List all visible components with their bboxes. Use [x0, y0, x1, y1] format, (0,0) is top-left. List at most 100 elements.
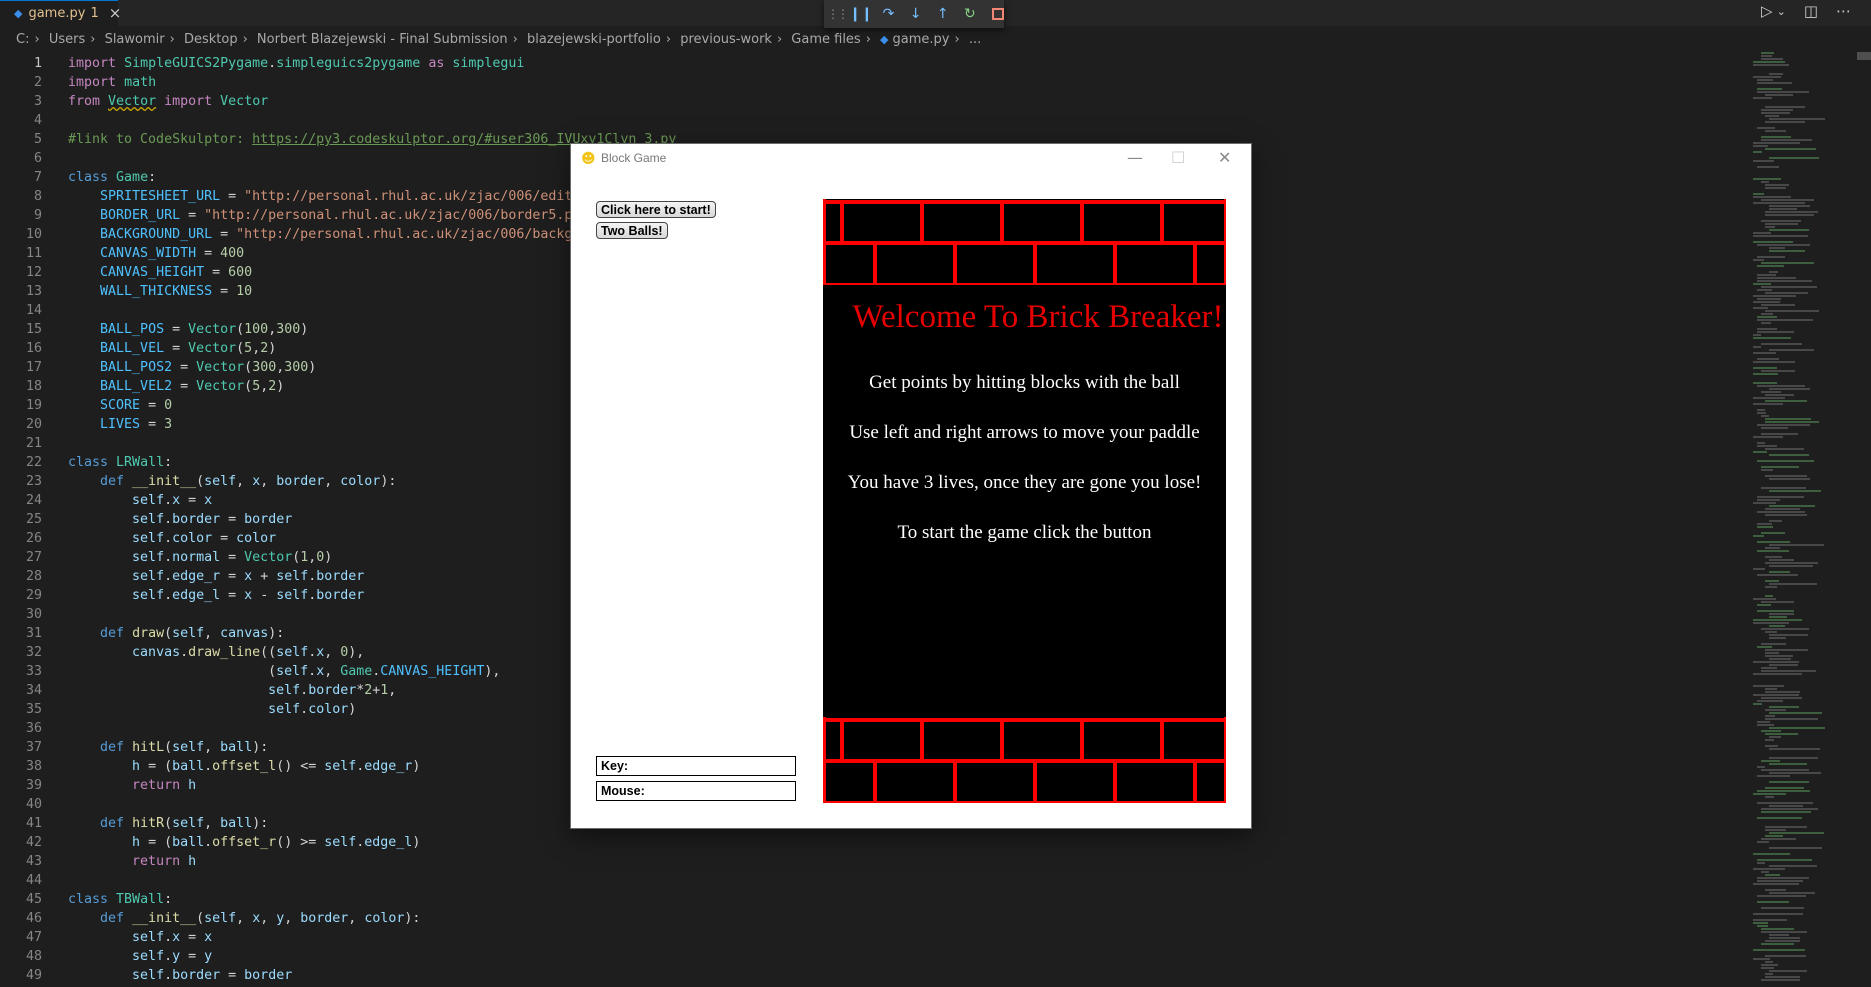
code-text: self.edge_l = x - self.border — [132, 588, 365, 603]
minimap-line — [1761, 928, 1794, 930]
instruction-text: You have 3 lives, once they are gone you… — [847, 472, 1202, 493]
step-over-icon[interactable]: ↷ — [880, 5, 897, 23]
minimize-icon[interactable]: — — [1127, 148, 1143, 167]
minimap-line — [1765, 973, 1773, 975]
close-icon[interactable]: × — [109, 6, 122, 21]
brick-mortar — [920, 202, 924, 243]
more-actions-icon[interactable]: ⋯ — [1836, 2, 1851, 20]
code-line[interactable]: 48 self.y = y — [0, 947, 1740, 966]
breadcrumb-item[interactable]: game.py — [893, 32, 950, 47]
minimap-line — [1765, 796, 1774, 798]
instruction-text: Use left and right arrows to move your p… — [849, 422, 1200, 443]
pygame-snake-icon: ☻ — [581, 151, 596, 167]
minimap-line — [1761, 139, 1812, 141]
brick-mortar — [823, 718, 1226, 722]
drag-handle-icon[interactable]: ⋮⋮ — [827, 5, 849, 23]
code-text: import SimpleGUICS2Pygame.simpleguics2py… — [68, 56, 525, 71]
step-out-icon[interactable]: ↑ — [934, 5, 951, 23]
minimap-line — [1769, 478, 1810, 480]
minimap-line — [1757, 409, 1765, 411]
minimap-line — [1757, 880, 1803, 882]
instruction-text: To start the game click the button — [897, 522, 1152, 543]
breadcrumb-item[interactable]: previous-work — [680, 32, 772, 47]
brick-mortar — [823, 283, 1226, 285]
line-number: 27 — [25, 550, 42, 565]
line-number: 9 — [33, 208, 42, 223]
breadcrumb-item[interactable]: ... — [969, 32, 981, 47]
code-line[interactable]: 4 — [0, 111, 1740, 130]
line-number: 22 — [25, 455, 42, 470]
run-dropdown-icon[interactable]: ⌄ — [1777, 5, 1786, 18]
brick-mortar — [1033, 761, 1037, 802]
stop-icon[interactable] — [992, 8, 1004, 20]
scrollbar-thumb[interactable] — [1857, 52, 1871, 60]
minimap-line — [1761, 628, 1809, 630]
code-line[interactable]: 45 class TBWall: — [0, 890, 1740, 909]
brick-mortar — [1000, 202, 1004, 243]
brick-mortar — [840, 202, 844, 243]
line-number: 18 — [25, 379, 42, 394]
minimap-line — [1753, 622, 1789, 624]
brick-mortar — [823, 801, 1226, 803]
close-icon[interactable]: ✕ — [1218, 148, 1231, 167]
code-line[interactable]: 46 def __init__(self, x, y, border, colo… — [0, 909, 1740, 928]
minimap-line — [1753, 301, 1780, 303]
code-line[interactable]: 42 h = (ball.offset_r() >= self.edge_l) — [0, 833, 1740, 852]
code-line[interactable]: 2 import math — [0, 73, 1740, 92]
code-line[interactable]: 3 from Vector import Vector — [0, 92, 1740, 111]
code-line[interactable]: 44 — [0, 871, 1740, 890]
minimap-line — [1761, 730, 1781, 732]
breadcrumb-item[interactable]: Users — [49, 32, 85, 47]
breadcrumb-item[interactable]: Game files — [791, 32, 860, 47]
minimap-line — [1753, 367, 1777, 369]
minimap-line — [1765, 889, 1786, 891]
minimap-line — [1757, 550, 1789, 552]
maximize-icon[interactable]: ☐ — [1171, 148, 1185, 167]
minimap-line — [1753, 232, 1771, 234]
breadcrumb-item[interactable]: Desktop — [184, 32, 238, 47]
minimap[interactable] — [1745, 52, 1855, 987]
minimap-line — [1761, 838, 1796, 840]
minimap-line — [1753, 568, 1765, 570]
minimap-line — [1757, 127, 1775, 129]
restart-icon[interactable]: ↻ — [961, 5, 978, 23]
pause-icon[interactable]: ❙❙ — [849, 5, 872, 23]
minimap-line — [1757, 895, 1806, 897]
window-titlebar[interactable]: ☻ Block Game — ☐ ✕ — [571, 144, 1251, 174]
minimap-line — [1753, 919, 1787, 921]
split-editor-icon[interactable]: ◫ — [1804, 2, 1818, 20]
line-number: 25 — [25, 512, 42, 527]
two-balls-button[interactable]: Two Balls! — [596, 222, 668, 239]
breadcrumb-item[interactable]: blazejewski-portfolio — [527, 32, 661, 47]
code-line[interactable]: 47 self.x = x — [0, 928, 1740, 947]
minimap-line — [1761, 466, 1799, 468]
start-button[interactable]: Click here to start! — [596, 201, 716, 218]
minimap-line — [1757, 274, 1776, 276]
brick-mortar — [1224, 717, 1226, 803]
step-into-icon[interactable]: ↓ — [907, 5, 924, 23]
code-text: BORDER_URL = "http://personal.rhul.ac.uk… — [100, 208, 597, 223]
minimap-line — [1765, 130, 1786, 132]
code-line[interactable]: 43 return h — [0, 852, 1740, 871]
chevron-right-icon: › — [34, 32, 40, 47]
breadcrumb-item[interactable]: C: — [16, 32, 29, 47]
code-line[interactable]: 1 import SimpleGUICS2Pygame.simpleguics2p… — [0, 54, 1740, 73]
breadcrumb-item[interactable]: Norbert Blazejewski - Final Submission — [257, 32, 508, 47]
game-canvas[interactable]: Welcome To Brick Breaker! Get points by … — [823, 199, 1226, 803]
minimap-line — [1761, 979, 1800, 981]
run-icon[interactable]: ▷ — [1761, 2, 1773, 20]
tab-game-py[interactable]: ◆ game.py 1 × — [0, 0, 121, 26]
tab-problem-badge: 1 — [90, 6, 99, 21]
code-line[interactable]: 49 self.border = border — [0, 966, 1740, 985]
code-text: class TBWall: — [68, 892, 173, 907]
line-number: 49 — [25, 968, 42, 983]
code-text: self.border = border — [132, 968, 293, 983]
minimap-line — [1753, 793, 1786, 795]
line-number: 15 — [25, 322, 42, 337]
tab-filename: game.py — [28, 6, 86, 21]
brick-mortar — [1193, 243, 1197, 284]
code-text: BALL_POS2 = Vector(300,300) — [100, 360, 317, 375]
minimap-line — [1761, 532, 1785, 534]
line-number: 40 — [25, 797, 42, 812]
breadcrumb-item[interactable]: Slawomir — [105, 32, 165, 47]
